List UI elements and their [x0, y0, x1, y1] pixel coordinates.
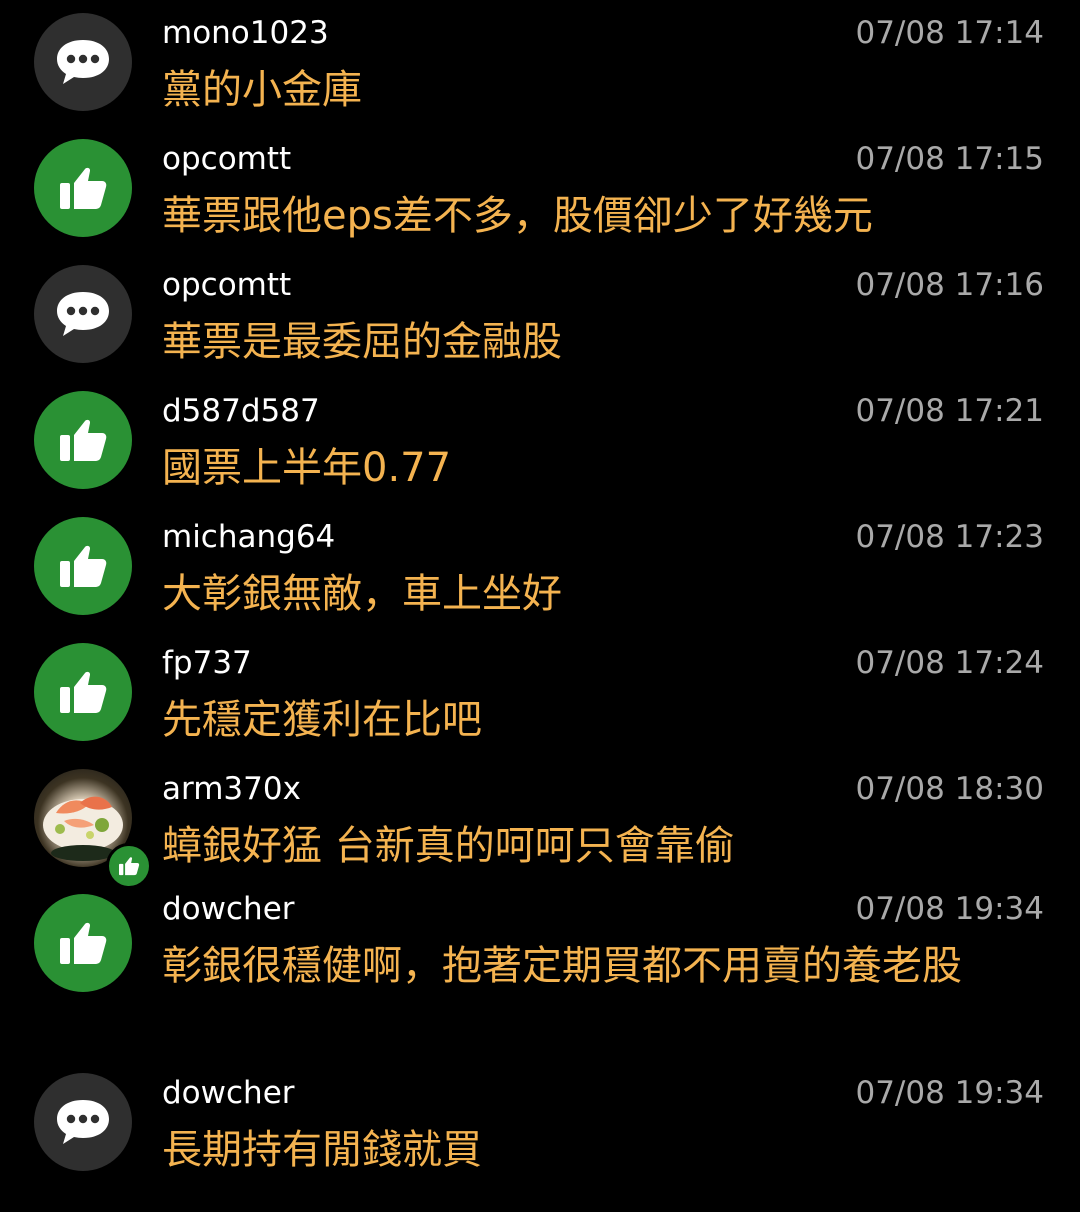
comment-type-avatar[interactable] [34, 643, 132, 741]
comment-timestamp: 07/08 19:34 [855, 891, 1044, 927]
comment-type-avatar[interactable] [34, 391, 132, 489]
comment-timestamp: 07/08 17:14 [855, 15, 1044, 51]
comment-text: 華票跟他eps差不多，股價卻少了好幾元 [162, 193, 873, 239]
comment-username[interactable]: dowcher [162, 1073, 295, 1113]
comment-timestamp: 07/08 17:16 [855, 267, 1044, 303]
comment-username[interactable]: dowcher [162, 889, 295, 929]
comment-username[interactable]: arm370x [162, 769, 301, 809]
comment-timestamp: 07/08 17:21 [855, 393, 1044, 429]
comment-username[interactable]: michang64 [162, 517, 335, 557]
comment-username[interactable]: d587d587 [162, 391, 320, 431]
thumbs-up-icon [60, 545, 107, 587]
chat-bubble-icon [57, 40, 109, 84]
comment-text: 蟑銀好猛 台新真的呵呵只會靠偷 [162, 823, 735, 869]
comment-username[interactable]: mono1023 [162, 13, 329, 53]
comment-username[interactable]: fp737 [162, 643, 252, 683]
comment-username[interactable]: opcomtt [162, 139, 291, 179]
comment-timestamp: 07/08 18:30 [855, 771, 1044, 807]
comment-timestamp: 07/08 17:15 [855, 141, 1044, 177]
thumbs-up-icon [119, 857, 140, 876]
comment-type-avatar[interactable] [34, 894, 132, 992]
comment-type-avatar[interactable] [34, 139, 132, 237]
comment-text: 先穩定獲利在比吧 [162, 697, 482, 743]
comment-timestamp: 07/08 17:24 [855, 645, 1044, 681]
comment-type-avatar[interactable] [34, 1073, 132, 1171]
thumbs-up-icon [60, 922, 107, 964]
thumbs-up-icon [60, 671, 107, 713]
comment-text: 大彰銀無敵，車上坐好 [162, 571, 562, 617]
user-avatar-photo[interactable] [34, 769, 152, 889]
comment-text: 華票是最委屈的金融股 [162, 319, 562, 365]
chat-bubble-icon [57, 292, 109, 336]
comment-type-avatar[interactable] [34, 265, 132, 363]
comment-text: 國票上半年0.77 [162, 445, 452, 491]
thumbs-up-icon [60, 419, 107, 461]
comment-type-avatar[interactable] [34, 13, 132, 111]
thumbs-up-icon [60, 167, 107, 209]
comment-text: 黨的小金庫 [162, 67, 362, 113]
comment-username[interactable]: opcomtt [162, 265, 291, 305]
like-badge [106, 843, 152, 889]
chat-bubble-icon [57, 1100, 109, 1144]
comment-timestamp: 07/08 19:34 [855, 1075, 1044, 1111]
comment-timestamp: 07/08 17:23 [855, 519, 1044, 555]
comment-text: 長期持有閒錢就買 [162, 1127, 482, 1173]
comment-type-avatar[interactable] [34, 517, 132, 615]
comment-text: 彰銀很穩健啊，抱著定期買都不用賣的養老股 [162, 943, 962, 989]
